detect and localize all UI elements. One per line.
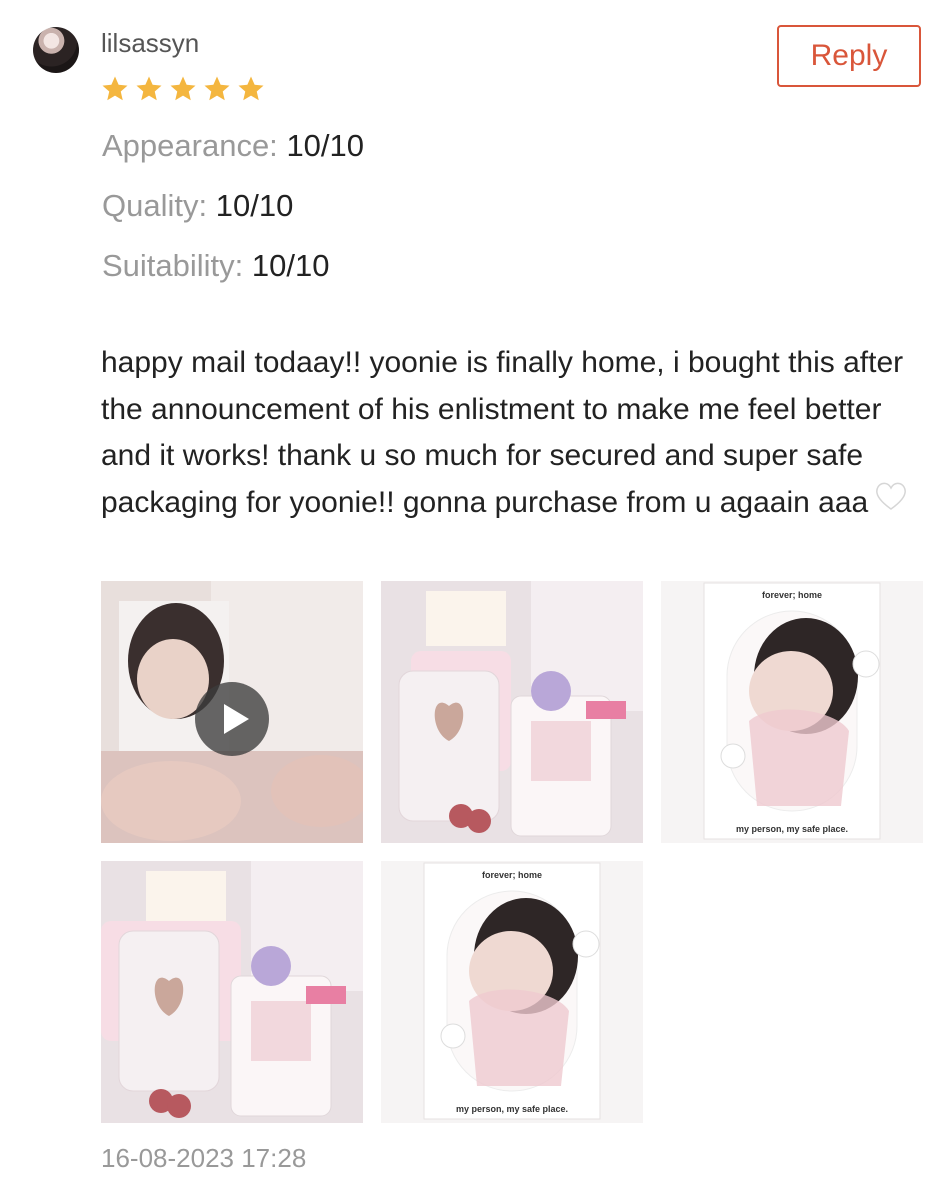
review-photo-thumbnail[interactable]: forever; home my person, my safe place.	[661, 581, 923, 843]
star-icon	[170, 76, 196, 101]
photo-preview	[381, 861, 643, 1123]
rating-suitability: Suitability: 10/10	[102, 248, 330, 284]
star-rating	[100, 74, 266, 104]
rating-quality: Quality: 10/10	[102, 188, 293, 224]
review-date: 16-08-2023 17:28	[101, 1143, 307, 1173]
photo-preview	[101, 861, 363, 1123]
star-icon	[204, 76, 230, 101]
rating-appearance: Appearance: 10/10	[102, 128, 364, 164]
card-bottom-caption: my person, my safe place.	[455, 1104, 569, 1114]
star-icon	[136, 76, 162, 101]
review-video-thumbnail[interactable]	[101, 581, 363, 843]
card-bottom-caption: my person, my safe place.	[735, 824, 849, 834]
rating-label: Appearance:	[102, 128, 278, 163]
reply-button[interactable]: Reply	[777, 25, 921, 87]
review-photo-thumbnail[interactable]: forever; home my person, my safe place.	[381, 861, 643, 1123]
photo-preview	[661, 581, 923, 843]
rating-value: 10/10	[215, 188, 294, 223]
play-button[interactable]	[195, 682, 269, 756]
review-body: happy mail todaay!! yoonie is finally ho…	[101, 346, 904, 519]
review-photo-thumbnail[interactable]	[381, 581, 643, 843]
card-top-caption: forever; home	[481, 870, 543, 880]
review-text: happy mail todaay!! yoonie is finally ho…	[101, 340, 931, 527]
avatar[interactable]	[33, 27, 79, 73]
white-heart-icon	[874, 480, 908, 527]
photo-preview	[381, 581, 643, 843]
card-top-caption: forever; home	[761, 590, 823, 600]
play-icon	[224, 704, 249, 734]
rating-label: Suitability:	[102, 248, 244, 283]
rating-label: Quality:	[102, 188, 208, 223]
username[interactable]: lilsassyn	[101, 28, 199, 59]
rating-value: 10/10	[251, 248, 330, 283]
review-photo-thumbnail[interactable]	[101, 861, 363, 1123]
star-icon	[238, 76, 264, 101]
star-icon	[102, 76, 128, 101]
rating-value: 10/10	[286, 128, 365, 163]
